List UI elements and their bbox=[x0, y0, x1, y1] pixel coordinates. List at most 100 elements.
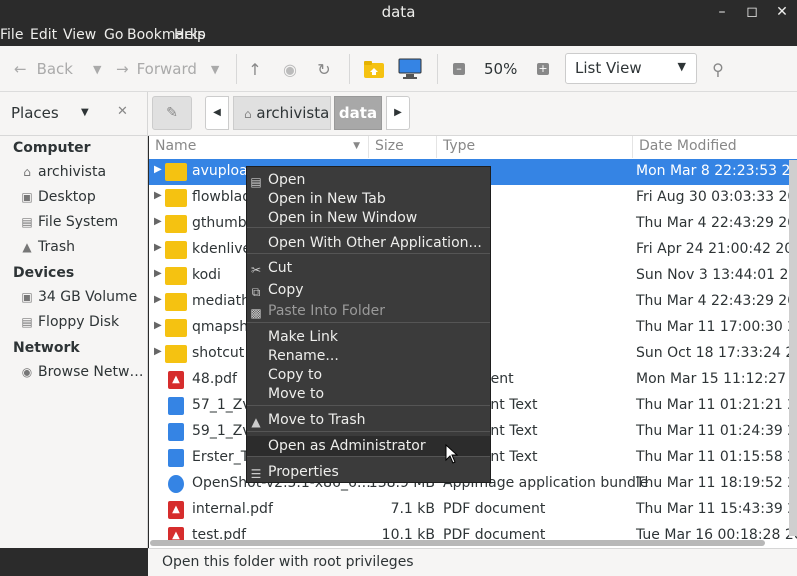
column-header-type[interactable]: Type bbox=[437, 136, 633, 158]
expand-icon[interactable]: ▶ bbox=[154, 216, 162, 227]
file-date: Fri Aug 30 03:03:33 201 bbox=[636, 189, 797, 205]
expand-icon[interactable]: ▶ bbox=[154, 242, 162, 253]
up-icon[interactable]: ↑ bbox=[242, 56, 268, 82]
sidebar-item-home[interactable]: ⌂ archivista bbox=[20, 164, 106, 180]
view-mode-select[interactable]: List View ▼ bbox=[565, 53, 697, 84]
sidebar-item-label: Desktop bbox=[38, 189, 96, 205]
places-header: Places ▼ ✕ bbox=[0, 92, 148, 135]
view-mode-value: List View bbox=[575, 59, 642, 77]
sidebar-item-filesystem[interactable]: ▤ File System bbox=[20, 214, 118, 230]
menu-item-make-link[interactable]: Make Link bbox=[247, 327, 490, 347]
horizontal-scrollbar[interactable] bbox=[150, 540, 765, 546]
expand-icon[interactable]: ▶ bbox=[154, 190, 162, 201]
menu-help[interactable]: Help bbox=[174, 27, 206, 43]
menu-item-label: Move to Trash bbox=[268, 412, 366, 428]
expand-icon[interactable]: ▶ bbox=[154, 346, 162, 357]
menu-separator bbox=[247, 405, 490, 406]
file-date: Mon Mar 15 11:12:27 20 bbox=[636, 371, 797, 387]
home-icon: ⌂ bbox=[23, 165, 31, 179]
folder-icon bbox=[165, 163, 187, 181]
sidebar-item-desktop[interactable]: ▣ Desktop bbox=[20, 189, 96, 205]
status-text: Open this folder with root privileges bbox=[162, 554, 414, 570]
column-header-date[interactable]: Date Modified bbox=[633, 136, 797, 158]
column-header-name[interactable]: Name ▼ bbox=[149, 136, 369, 158]
file-name: kdenlive bbox=[192, 241, 252, 257]
path-scroll-left-icon[interactable]: ◀ bbox=[205, 96, 229, 130]
menu-item-move-to[interactable]: Move to bbox=[247, 384, 490, 404]
file-date: Thu Mar 11 01:24:39 20 bbox=[636, 423, 797, 439]
path-bar: Places ▼ ✕ ✎ ◀ ⌂ archivista data ▶ bbox=[0, 92, 797, 136]
crumb-archivista[interactable]: ⌂ archivista bbox=[233, 96, 331, 130]
menu-item-copy-to[interactable]: Copy to bbox=[247, 365, 490, 385]
menu-item-label: Open in New Window bbox=[268, 210, 418, 226]
file-date: Sun Oct 18 17:33:24 20 bbox=[636, 345, 797, 361]
places-title[interactable]: Places bbox=[11, 104, 59, 122]
path-scroll-right-icon[interactable]: ▶ bbox=[386, 96, 410, 130]
edit-path-button[interactable]: ✎ bbox=[152, 96, 192, 130]
menu-item-label: Open bbox=[268, 172, 306, 188]
crumb-label: archivista bbox=[256, 104, 330, 122]
menu-item-open-with-other-application[interactable]: Open With Other Application... bbox=[247, 233, 490, 253]
sidebar-item-label: Browse Netw… bbox=[38, 364, 144, 380]
expand-icon[interactable]: ▶ bbox=[154, 164, 162, 175]
folder-icon bbox=[165, 241, 187, 259]
sidebar-item-volume[interactable]: ▣ 34 GB Volume bbox=[20, 289, 137, 305]
menu-item-open-in-new-window[interactable]: Open in New Window bbox=[247, 208, 490, 228]
column-header-size[interactable]: Size bbox=[369, 136, 437, 158]
home-folder-icon[interactable] bbox=[361, 56, 387, 82]
expand-icon[interactable]: ▶ bbox=[154, 294, 162, 305]
menu-item-open[interactable]: ▤ Open bbox=[247, 170, 490, 190]
paste-icon: ▩ bbox=[250, 306, 262, 320]
menu-item-cut[interactable]: ✂ Cut bbox=[247, 258, 490, 278]
folder-icon bbox=[165, 319, 187, 337]
forward-arrow-icon: → bbox=[116, 60, 129, 78]
back-history-icon[interactable]: ▼ bbox=[93, 63, 101, 76]
menu-item-label: Make Link bbox=[268, 329, 338, 345]
zoom-in-icon[interactable]: + bbox=[530, 56, 556, 82]
table-row[interactable]: ▲ internal.pdf 7.1 kB PDF document Thu Mar 1… bbox=[149, 497, 797, 523]
file-name: flowblad bbox=[192, 189, 252, 205]
menu-item-rename[interactable]: Rename... bbox=[247, 346, 490, 366]
menu-item-move-to-trash[interactable]: ▲ Move to Trash bbox=[247, 410, 490, 430]
menu-item-label: Properties bbox=[268, 464, 339, 480]
menu-separator bbox=[247, 253, 490, 254]
file-date: Mon Mar 8 22:23:53 20 bbox=[636, 163, 797, 179]
file-date: Thu Mar 4 22:43:29 20 bbox=[636, 293, 797, 309]
file-name: internal.pdf bbox=[192, 501, 273, 517]
zoom-out-icon[interactable]: – bbox=[446, 56, 472, 82]
sidebar-item-floppy[interactable]: ▤ Floppy Disk bbox=[20, 314, 119, 330]
menu-go[interactable]: Go bbox=[104, 27, 123, 43]
close-sidebar-icon[interactable]: ✕ bbox=[117, 104, 128, 119]
reload-icon[interactable]: ↻ bbox=[311, 56, 337, 82]
minimize-icon[interactable]: – bbox=[712, 2, 732, 22]
context-menu: ▤ Open Open in New Tab Open in New Window Op… bbox=[246, 166, 491, 483]
menu-item-open-in-new-tab[interactable]: Open in New Tab bbox=[247, 189, 490, 209]
trash-icon: ▲ bbox=[22, 240, 32, 254]
menu-edit[interactable]: Edit bbox=[30, 27, 57, 43]
menu-item-copy[interactable]: ⧉ Copy bbox=[247, 280, 490, 300]
expand-icon[interactable]: ▶ bbox=[154, 320, 162, 331]
places-dropdown-icon[interactable]: ▼ bbox=[81, 107, 89, 118]
expand-icon[interactable]: ▶ bbox=[154, 268, 162, 279]
pdf-icon: ▲ bbox=[168, 371, 184, 389]
computer-icon[interactable] bbox=[397, 56, 423, 82]
folder-icon bbox=[165, 189, 187, 207]
forward-history-icon[interactable]: ▼ bbox=[211, 63, 219, 76]
menu-item-label: Open as Administrator bbox=[268, 438, 426, 454]
stop-icon[interactable]: ◉ bbox=[277, 56, 303, 82]
crumb-data[interactable]: data bbox=[334, 96, 382, 130]
menu-file[interactable]: File bbox=[0, 27, 23, 43]
forward-button[interactable]: → Forward ▼ bbox=[116, 53, 219, 85]
search-icon[interactable]: ⚲ bbox=[705, 56, 731, 82]
back-button[interactable]: ← Back ▼ bbox=[14, 53, 101, 85]
sidebar-item-trash[interactable]: ▲ Trash bbox=[20, 239, 75, 255]
menu-item-label: Copy bbox=[268, 282, 304, 298]
vertical-scrollbar[interactable] bbox=[789, 160, 797, 536]
sidebar-item-browse-network[interactable]: ◉ Browse Netw… bbox=[20, 364, 144, 380]
menu-item-label: Rename... bbox=[268, 348, 339, 364]
menu-item-paste-into-folder[interactable]: ▩ Paste Into Folder bbox=[247, 301, 490, 321]
close-icon[interactable]: ✕ bbox=[772, 2, 792, 22]
drive-icon: ▤ bbox=[21, 215, 33, 229]
maximize-icon[interactable]: ◻ bbox=[742, 2, 762, 22]
menu-view[interactable]: View bbox=[63, 27, 96, 43]
